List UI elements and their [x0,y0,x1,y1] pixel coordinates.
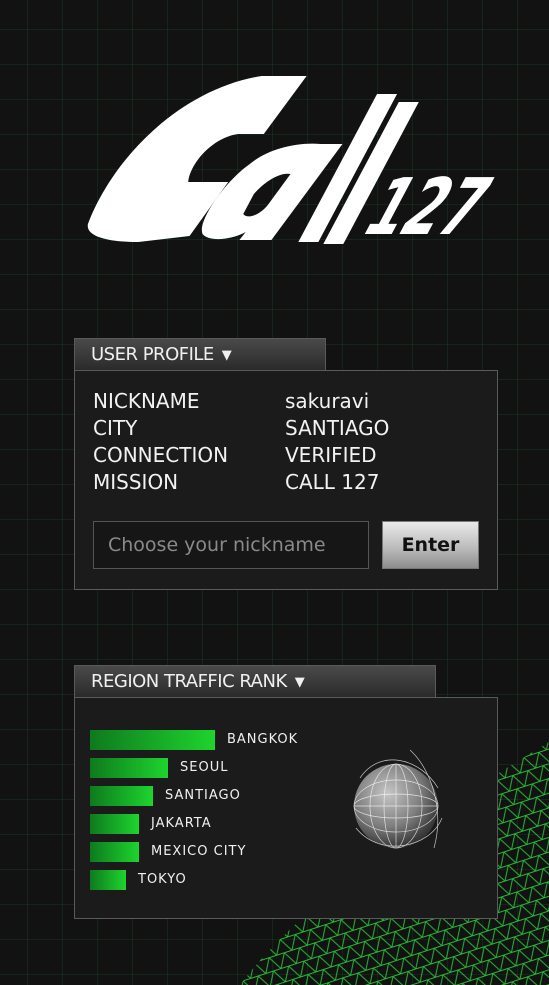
chevron-down-icon: ▼ [294,675,305,690]
info-value: VERIFIED [285,443,377,467]
info-key: CONNECTION [93,443,229,467]
traffic-bar-label: SANTIAGO [165,788,241,803]
info-key: NICKNAME [93,389,200,413]
traffic-bar-label: MEXICO CITY [151,844,247,859]
traffic-bar-label: TOKYO [138,872,187,887]
traffic-bar [90,730,215,750]
user-profile-tab-label: USER PROFILE [91,344,214,365]
enter-button[interactable]: Enter [382,521,479,569]
traffic-bar-label: BANGKOK [227,732,299,747]
info-value: sakuravi [285,389,370,413]
nickname-input[interactable] [93,521,369,569]
user-profile-panel: NICKNAME sakuravi CITY SANTIAGO CONNECTI… [74,370,498,590]
info-value: SANTIAGO [285,416,390,440]
traffic-bar [90,870,126,890]
region-traffic-rank-panel: BANGKOK SEOUL SANTIAGO JAKARTA MEXICO CITY TO… [74,697,498,919]
traffic-bar [90,814,139,834]
traffic-bar [90,786,153,806]
wireframe-globe-icon [353,749,443,849]
traffic-bar-label: SEOUL [180,760,229,775]
user-profile-tab[interactable]: USER PROFILE ▼ [74,338,326,370]
chevron-down-icon: ▼ [221,348,232,363]
traffic-bar-label: JAKARTA [151,816,212,831]
region-traffic-rank-tab-label: REGION TRAFFIC RANK [91,671,287,692]
info-key: CITY [93,416,138,440]
call-127-logo: 127 [87,76,498,253]
traffic-bar [90,758,168,778]
traffic-bar [90,842,139,862]
info-key: MISSION [93,470,179,494]
region-traffic-rank-tab[interactable]: REGION TRAFFIC RANK ▼ [74,665,436,697]
info-value: CALL 127 [285,470,380,494]
